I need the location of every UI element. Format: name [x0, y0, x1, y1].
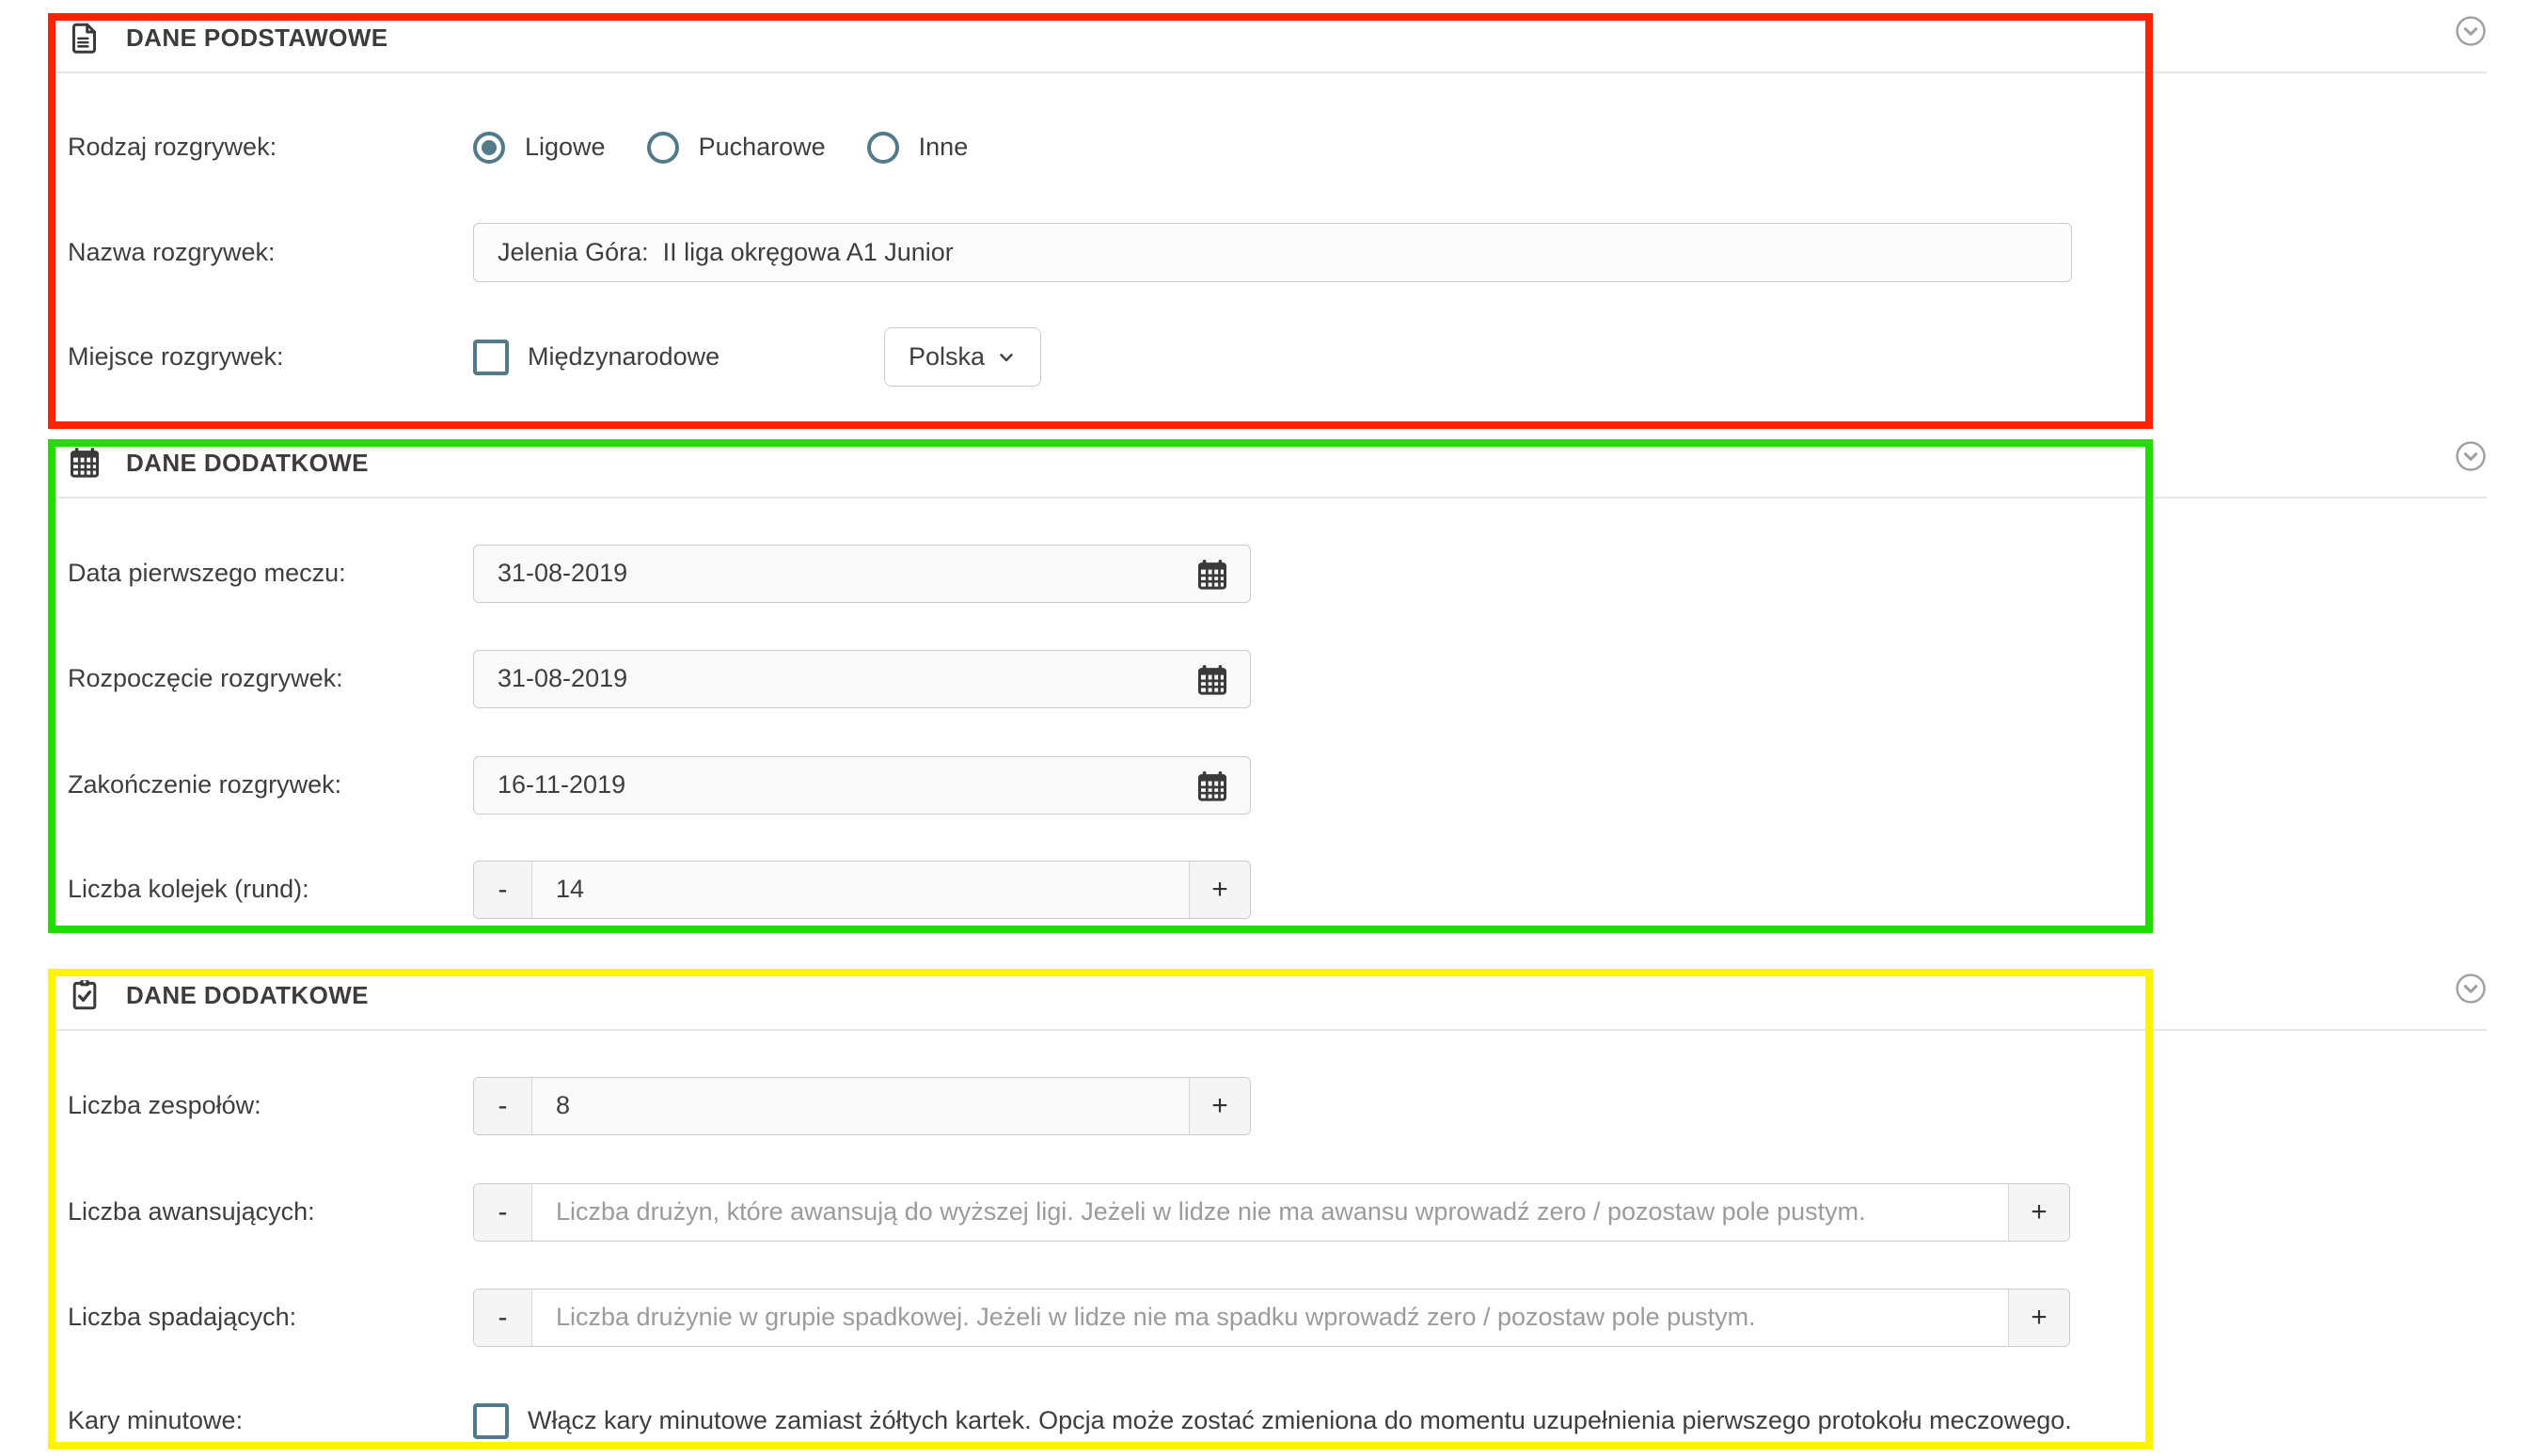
- document-icon: [68, 21, 102, 55]
- liczba-spadajacych-stepper: - +: [473, 1289, 2070, 1347]
- radio-label: Inne: [919, 133, 969, 162]
- row-liczba-awansujacych: Liczba awansujących: - +: [68, 1182, 2530, 1242]
- clipboard-check-icon: [68, 978, 102, 1012]
- row-zakonczenie-rozgrywek: Zakończenie rozgrywek: 16-11-2019: [68, 755, 2530, 815]
- data-pierwszego-meczu-field[interactable]: 31-08-2019: [473, 545, 1251, 603]
- section-header-dane-dodatkowe-1: DANE DODATKOWE: [56, 429, 2487, 499]
- row-data-pierwszego-meczu: Data pierwszego meczu: 31-08-2019: [68, 544, 2530, 603]
- radio-option-inne[interactable]: Inne: [867, 132, 969, 164]
- radio-option-pucharowe[interactable]: Pucharowe: [647, 132, 826, 164]
- collapse-section-icon[interactable]: [2455, 973, 2487, 1005]
- decrement-button[interactable]: -: [474, 1290, 532, 1346]
- section-title: DANE DODATKOWE: [126, 449, 369, 478]
- nazwa-rozgrywek-input[interactable]: [473, 223, 2072, 282]
- calendar-picker-icon[interactable]: [1195, 558, 1229, 592]
- liczba-spadajacych-input[interactable]: [532, 1290, 2008, 1346]
- field-label: Liczba zespołów:: [68, 1091, 473, 1120]
- liczba-zespolow-stepper: - +: [473, 1077, 1251, 1135]
- decrement-button[interactable]: -: [474, 862, 532, 918]
- radio-option-ligowe[interactable]: Ligowe: [473, 132, 606, 164]
- collapse-section-icon[interactable]: [2455, 15, 2487, 47]
- liczba-kolejek-stepper: - +: [473, 861, 1251, 919]
- zakonczenie-rozgrywek-field[interactable]: 16-11-2019: [473, 756, 1251, 815]
- date-value: 31-08-2019: [498, 559, 627, 588]
- date-value: 31-08-2019: [498, 664, 627, 693]
- date-value: 16-11-2019: [498, 770, 625, 799]
- kary-minutowe-checkbox[interactable]: [473, 1403, 509, 1439]
- field-label: Miejsce rozgrywek:: [68, 342, 473, 372]
- radio-label: Ligowe: [525, 133, 606, 162]
- country-dropdown[interactable]: Polska: [884, 327, 1041, 387]
- increment-button[interactable]: +: [2008, 1290, 2069, 1346]
- increment-button[interactable]: +: [1189, 1078, 1250, 1134]
- calendar-picker-icon[interactable]: [1195, 663, 1229, 697]
- rozpoczecie-rozgrywek-field[interactable]: 31-08-2019: [473, 650, 1251, 708]
- rodzaj-radio-group: Ligowe Pucharowe Inne: [473, 132, 1009, 164]
- radio-ligowe[interactable]: [473, 132, 505, 164]
- field-label: Liczba kolejek (rund):: [68, 875, 473, 904]
- field-label: Rozpoczęcie rozgrywek:: [68, 664, 473, 693]
- section-header-dane-dodatkowe-2: DANE DODATKOWE: [56, 961, 2487, 1031]
- field-label: Liczba spadających:: [68, 1303, 473, 1332]
- calendar-icon: [68, 446, 102, 480]
- radio-label: Pucharowe: [699, 133, 826, 162]
- increment-button[interactable]: +: [1189, 862, 1250, 918]
- decrement-button[interactable]: -: [474, 1184, 532, 1241]
- section-title: DANE PODSTAWOWE: [126, 24, 388, 53]
- field-label: Liczba awansujących:: [68, 1197, 473, 1227]
- increment-button[interactable]: +: [2008, 1184, 2069, 1241]
- row-nazwa-rozgrywek: Nazwa rozgrywek:: [68, 223, 2530, 282]
- checkbox-label: Włącz kary minutowe zamiast żółtych kart…: [528, 1406, 2072, 1435]
- collapse-section-icon[interactable]: [2455, 440, 2487, 472]
- row-liczba-spadajacych: Liczba spadających: - +: [68, 1288, 2530, 1347]
- liczba-zespolow-input[interactable]: [532, 1078, 1189, 1134]
- row-liczba-kolejek: Liczba kolejek (rund): - +: [68, 860, 2530, 919]
- row-miejsce-rozgrywek: Miejsce rozgrywek: Międzynarodowe Polska: [68, 327, 2530, 387]
- field-label: Rodzaj rozgrywek:: [68, 133, 473, 162]
- field-label: Zakończenie rozgrywek:: [68, 770, 473, 799]
- radio-pucharowe[interactable]: [647, 132, 679, 164]
- row-liczba-zespolow: Liczba zespołów: - +: [68, 1076, 2530, 1135]
- section-title: DANE DODATKOWE: [126, 981, 369, 1010]
- checkbox-label: Międzynarodowe: [528, 342, 719, 372]
- row-rozpoczecie-rozgrywek: Rozpoczęcie rozgrywek: 31-08-2019: [68, 649, 2530, 708]
- liczba-kolejek-input[interactable]: [532, 862, 1189, 918]
- row-kary-minutowe: Kary minutowe: Włącz kary minutowe zamia…: [68, 1391, 2530, 1450]
- radio-inne[interactable]: [867, 132, 899, 164]
- section-header-dane-podstawowe: DANE PODSTAWOWE: [56, 4, 2487, 73]
- decrement-button[interactable]: -: [474, 1078, 532, 1134]
- liczba-awansujacych-stepper: - +: [473, 1183, 2070, 1242]
- country-dropdown-value: Polska: [909, 342, 985, 372]
- calendar-picker-icon[interactable]: [1195, 769, 1229, 803]
- row-rodzaj-rozgrywek: Rodzaj rozgrywek: Ligowe Pucharowe Inne: [68, 118, 2530, 177]
- liczba-awansujacych-input[interactable]: [532, 1184, 2008, 1241]
- miedzynarodowe-checkbox[interactable]: [473, 340, 509, 375]
- field-label: Kary minutowe:: [68, 1406, 473, 1435]
- field-label: Nazwa rozgrywek:: [68, 238, 473, 267]
- field-label: Data pierwszego meczu:: [68, 559, 473, 588]
